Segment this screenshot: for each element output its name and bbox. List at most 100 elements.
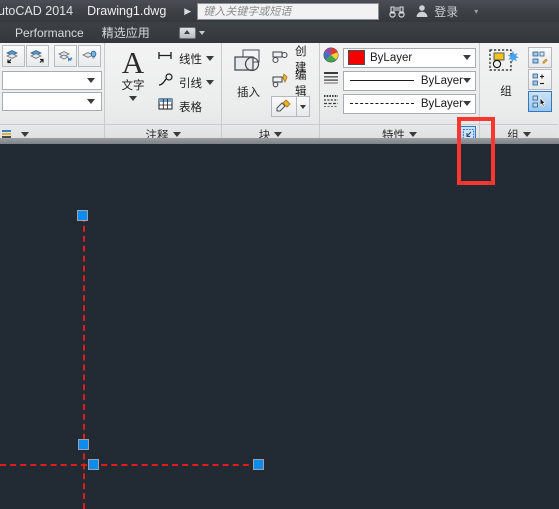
binoculars-icon[interactable] <box>388 5 406 18</box>
text-button[interactable]: A 文字 <box>109 46 157 124</box>
lineweight-sample <box>350 103 414 104</box>
panel-block: 插入 创建 编辑 块 <box>222 43 320 144</box>
grip-top[interactable] <box>77 210 88 221</box>
object-color-value: ByLayer <box>370 51 413 64</box>
edit-group-icon[interactable] <box>528 47 552 68</box>
document-title: Drawing1.dwg <box>87 4 167 18</box>
search-placeholder: 键入关键字或短语 <box>203 6 292 18</box>
add-remove-group-icon[interactable] <box>528 69 552 90</box>
ribbon-tab-bar: Performance 精选应用 <box>0 22 559 44</box>
panel-annotation-body: A 文字 线性 引线 表格 <box>105 43 221 124</box>
chevron-down-icon <box>463 101 471 106</box>
group-label: 组 <box>500 86 512 98</box>
color-wheel-icon <box>323 47 339 68</box>
person-icon[interactable] <box>415 4 429 18</box>
layer-button-group <box>2 45 102 67</box>
insert-block-icon <box>231 48 267 83</box>
leader-icon <box>157 73 175 92</box>
chevron-down-icon[interactable] <box>206 56 214 61</box>
chevron-down-icon <box>87 99 95 104</box>
panel-block-body: 插入 创建 编辑 <box>222 43 319 124</box>
chevron-down-icon <box>300 104 306 109</box>
lineweight-combo[interactable]: ByLayer <box>343 93 476 114</box>
search-input[interactable]: 键入关键字或短语 <box>197 2 380 20</box>
linetype-row: ByLayer <box>323 69 476 92</box>
tab-performance[interactable]: Performance <box>6 26 93 40</box>
chevron-down-icon[interactable] <box>206 80 214 85</box>
insert-block-button[interactable]: 插入 <box>226 46 271 124</box>
color-swatch <box>348 50 365 65</box>
insert-block-label: 插入 <box>237 87 260 99</box>
linear-dimension-button[interactable]: 线性 <box>157 47 217 70</box>
block-rows: 创建 编辑 <box>271 46 315 124</box>
edit-block-icon <box>271 72 291 93</box>
chevron-down-icon <box>463 78 471 83</box>
autocad-window: utoCAD 2014 Drawing1.dwg ▶ 键入关键字或短语 登录 ▾… <box>0 0 559 509</box>
edit-attribute-dropdown[interactable] <box>297 96 310 117</box>
panel-properties: ByLayer ByLayer ByLayer 特性 <box>320 43 480 144</box>
linear-dimension-icon <box>157 49 175 68</box>
group-selection-on-icon[interactable] <box>528 91 552 112</box>
chevron-down-icon[interactable]: ▾ <box>474 7 478 16</box>
chevron-down-icon <box>198 30 205 35</box>
grip-mid[interactable] <box>78 439 89 450</box>
layer-properties-icon[interactable] <box>2 45 25 67</box>
layer-list-combo[interactable] <box>2 71 102 90</box>
panel-layer <box>0 43 105 144</box>
linetype-sample <box>350 80 414 81</box>
drawing-area[interactable] <box>0 144 559 509</box>
chevron-down-icon <box>522 132 531 137</box>
text-icon: A <box>121 45 145 80</box>
linetype-combo[interactable]: ByLayer <box>343 70 476 91</box>
linetype-value: ByLayer <box>420 74 463 87</box>
chevron-down-icon <box>409 132 417 137</box>
layer-make-current-icon[interactable] <box>26 45 49 67</box>
group-icon <box>489 48 523 81</box>
signin-label[interactable]: 登录 <box>434 3 458 20</box>
lineweight-icon <box>323 93 339 114</box>
linear-dimension-label: 线性 <box>179 53 202 66</box>
panel-annotation: A 文字 线性 引线 表格 注释 <box>105 43 222 144</box>
application-title: utoCAD 2014 <box>0 4 74 18</box>
group-button[interactable]: 组 <box>484 46 528 124</box>
chevron-down-icon <box>129 96 137 101</box>
chevron-down-icon <box>463 55 471 60</box>
object-color-combo[interactable]: ByLayer <box>343 47 476 68</box>
group-button-stack <box>528 46 554 124</box>
chevron-down-icon <box>172 132 181 137</box>
chevron-down-icon <box>87 78 95 83</box>
table-label: 表格 <box>179 101 202 114</box>
layer-filter-combo[interactable] <box>2 92 102 111</box>
edit-block-label: 编辑 <box>295 69 307 98</box>
panel-properties-body: ByLayer ByLayer ByLayer <box>320 43 479 124</box>
grip-base[interactable] <box>88 459 99 470</box>
linetype-icon <box>323 70 339 91</box>
annotation-rows: 线性 引线 表格 <box>157 46 217 124</box>
minimize-ribbon-icon[interactable] <box>178 26 205 39</box>
horizontal-tracking-line <box>0 464 259 466</box>
object-color-row: ByLayer <box>323 46 476 69</box>
red-highlight-rectangle <box>457 117 495 185</box>
text-label: 文字 <box>121 80 145 92</box>
quick-access-overflow-arrow-icon[interactable]: ▶ <box>184 6 191 16</box>
edit-block-button[interactable]: 编辑 <box>271 70 315 98</box>
edit-attribute-icon[interactable] <box>271 96 297 117</box>
lineweight-value: ByLayer <box>420 97 463 110</box>
lineweight-row: ByLayer <box>323 92 476 115</box>
layer-match-icon[interactable] <box>54 45 77 67</box>
tab-featured-apps[interactable]: 精选应用 <box>93 24 159 41</box>
search-area: 键入关键字或短语 登录 ▾ <box>197 2 478 20</box>
leader-button[interactable]: 引线 <box>157 71 217 94</box>
create-block-icon <box>271 49 291 69</box>
panel-layer-body <box>0 43 104 124</box>
chevron-down-icon <box>21 132 29 137</box>
minimize-ribbon-cap <box>178 26 196 39</box>
layer-state-icon[interactable] <box>78 45 101 67</box>
table-icon <box>157 97 175 116</box>
panel-group-body: 组 <box>480 43 558 124</box>
edit-attribute-split-button <box>271 96 315 117</box>
table-button[interactable]: 表格 <box>157 95 217 118</box>
chevron-down-icon <box>274 132 283 137</box>
grip-right[interactable] <box>253 459 264 470</box>
title-bar: utoCAD 2014 Drawing1.dwg ▶ 键入关键字或短语 登录 ▾ <box>0 0 559 23</box>
